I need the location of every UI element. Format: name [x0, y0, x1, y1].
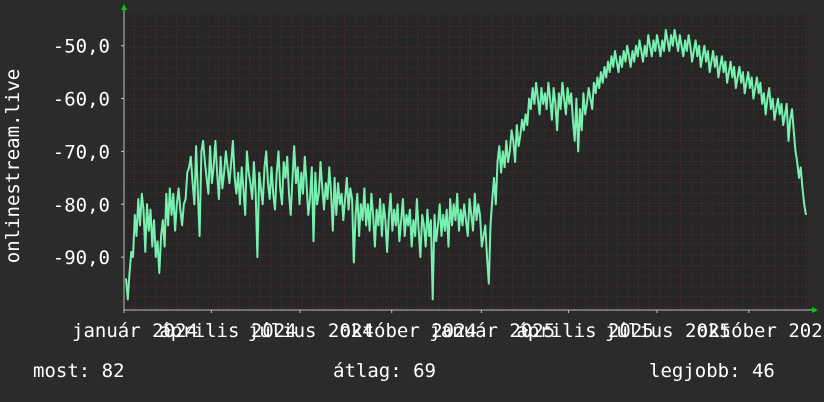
y-axis-ticks: -90,0 -80,0 -70,0 -60,0 -50,0	[53, 36, 124, 269]
best-value: 46	[751, 360, 775, 382]
x-tick-label: október 2025	[697, 320, 824, 342]
average-label: átlag:	[333, 360, 402, 382]
y-axis-arrow	[121, 4, 127, 10]
y-tick-label: -80,0	[53, 194, 110, 216]
y-axis-title: onlinestream.live	[2, 69, 24, 263]
average-stat: átlag: 69	[333, 360, 436, 382]
current-stat: most: 82	[33, 360, 125, 382]
best-stat: legjobb: 46	[649, 360, 775, 382]
x-axis-ticks: január 2024április 2024július 2024októbe…	[72, 310, 824, 342]
current-value: 82	[101, 360, 125, 382]
y-tick-label: -70,0	[53, 141, 110, 163]
y-tick-label: -90,0	[53, 247, 110, 269]
average-value: 69	[413, 360, 436, 382]
x-axis-arrow	[812, 307, 818, 313]
stats-bar: most: 82 átlag: 69 legjobb: 46	[0, 360, 824, 390]
y-tick-label: -60,0	[53, 89, 110, 111]
current-label: most:	[33, 360, 91, 382]
line-chart: -90,0 -80,0 -70,0 -60,0 -50,0 január 2024ápr…	[2, 4, 824, 342]
y-tick-label: -50,0	[53, 36, 110, 58]
best-label: legjobb:	[649, 360, 741, 382]
